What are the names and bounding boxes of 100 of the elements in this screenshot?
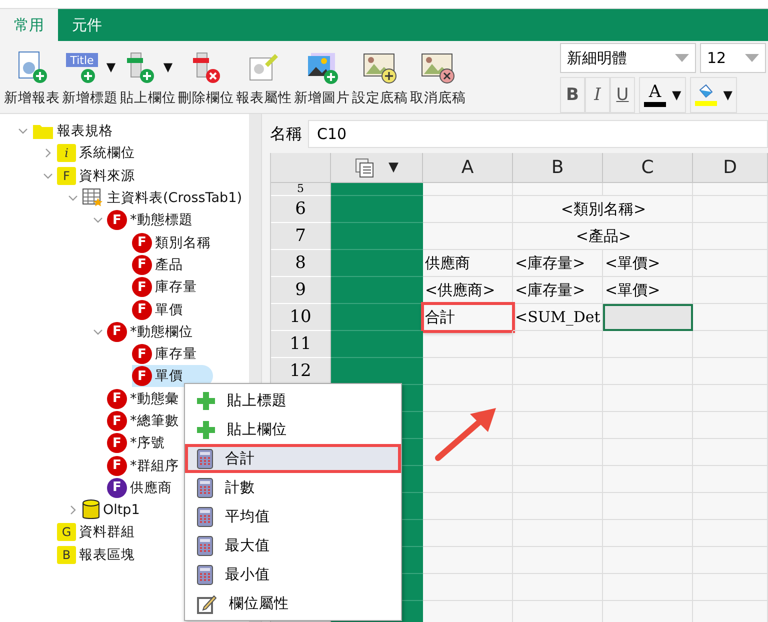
grid-cell[interactable] [603,493,693,520]
grid-cell[interactable] [423,466,513,493]
chevron-icon[interactable] [43,170,53,181]
grid-cell[interactable] [693,439,768,466]
grid-cell[interactable] [693,412,768,439]
menu-item[interactable]: 合計 [185,444,401,473]
toolbar-button[interactable]: 新增報表 [4,41,60,107]
grid-cell[interactable] [603,547,693,574]
tree-item[interactable]: F 資料來源 [57,164,137,187]
grid-cell[interactable] [423,196,513,223]
band-cell[interactable] [331,331,423,358]
grid-cell[interactable] [423,331,513,358]
grid-cell[interactable] [423,547,513,574]
band-cell[interactable] [331,358,423,385]
toolbar-button[interactable]: 刪除欄位 [178,41,234,107]
tab[interactable]: 元件 [58,9,116,41]
grid-cell[interactable] [693,277,768,304]
row-header[interactable]: 6 [271,196,331,223]
menu-item[interactable]: 貼上標題 [185,386,401,415]
row-header[interactable]: 9 [271,277,331,304]
grid-cell[interactable]: <供應商> [423,277,513,304]
menu-item[interactable]: 欄位屬性 [185,589,401,618]
toolbar-button[interactable]: 設定底稿 [352,41,408,107]
style-button[interactable]: U [610,77,635,113]
grid-cell[interactable] [693,304,768,331]
corner-cell[interactable] [271,153,331,183]
grid-cell[interactable] [693,466,768,493]
chevron-icon[interactable] [68,505,78,516]
grid-cell[interactable] [423,358,513,385]
row-header[interactable]: 7 [271,223,331,250]
toolbar-button[interactable]: 報表屬性 [236,41,292,107]
band-cell[interactable] [331,304,423,331]
name-field[interactable]: C10 [308,120,768,148]
column-header[interactable]: C [603,153,693,183]
grid-cell[interactable] [603,412,693,439]
grid-cell[interactable] [513,547,603,574]
grid-cell[interactable] [693,547,768,574]
row-header[interactable]: 5 [271,183,331,196]
grid-cell[interactable] [513,439,603,466]
grid-cell[interactable] [513,412,603,439]
toolbar-button[interactable]: ▼ 貼上欄位 [120,41,176,107]
grid-cell[interactable] [423,223,513,250]
band-cell[interactable] [331,250,423,277]
grid-cell[interactable]: 供應商 [423,250,513,277]
band-cell[interactable] [331,183,423,196]
row-header[interactable]: 10 [271,304,331,331]
chevron-icon[interactable] [18,126,28,136]
tree-item[interactable]: F *動態標題 [107,209,195,232]
band-cell[interactable] [331,277,423,304]
grid-cell[interactable]: <類別名稱> [513,196,693,223]
grid-cell[interactable] [513,574,603,601]
tree-item[interactable]: F 供應商 [107,476,174,499]
grid-cell[interactable] [513,466,603,493]
tree-item[interactable]: F *序號 [107,432,167,454]
grid-cell[interactable] [513,331,603,358]
toolbar-button[interactable]: 取消底稿 [410,41,466,107]
grid-cell[interactable]: <庫存量> [513,277,603,304]
style-button[interactable]: B [560,77,585,113]
tree-item[interactable]: F *群組序 [107,454,181,477]
size-select[interactable]: 12 [700,43,766,73]
grid-cell[interactable] [603,358,693,385]
tree-item[interactable]: B 報表區塊 [57,544,137,566]
grid-cell[interactable] [693,331,768,358]
column-header[interactable]: B [513,153,603,183]
grid-cell[interactable] [693,196,768,223]
chevron-icon[interactable] [43,148,53,158]
grid-cell[interactable] [693,493,768,520]
tree-item[interactable]: F 類別名稱 [132,232,213,254]
grid-cell[interactable] [603,385,693,412]
grid-cell[interactable] [693,183,768,196]
grid-cell[interactable] [423,439,513,466]
grid-cell[interactable] [423,574,513,601]
grid-cell[interactable] [693,250,768,277]
grid-cell[interactable] [513,183,603,196]
tree-item[interactable]: F 庫存量 [132,276,199,298]
tree-item[interactable]: F *動態彙 [107,388,181,410]
font-color-button[interactable]: A ▼ [639,77,686,113]
grid-cell[interactable] [513,520,603,547]
grid-cell[interactable] [423,183,513,196]
tree-item[interactable]: F 單價 [132,365,213,388]
grid-cell[interactable] [693,574,768,601]
toolbar-button[interactable]: 新增圖片 [294,41,350,107]
grid-cell[interactable] [603,466,693,493]
menu-item[interactable]: 計數 [185,473,401,502]
column-menu-button[interactable]: ▼ [331,153,423,183]
chevron-icon[interactable] [93,326,103,337]
chevron-icon[interactable] [93,215,103,226]
grid-cell[interactable]: <單價> [603,250,693,277]
menu-item[interactable]: 平均值 [185,502,401,531]
grid-cell[interactable] [693,223,768,250]
tree-item[interactable]: F 庫存量 [132,343,199,366]
grid-cell[interactable] [423,520,513,547]
tree-item[interactable]: i 系統欄位 [57,142,137,164]
dropdown-caret[interactable]: ▼ [106,60,116,74]
grid-cell[interactable] [603,574,693,601]
grid-cell[interactable] [513,358,603,385]
tree-item[interactable]: F *動態欄位 [107,320,195,343]
menu-item[interactable]: 貼上欄位 [185,415,401,444]
style-button[interactable]: I [585,77,610,113]
tree-item[interactable]: F *總筆數 [107,410,181,432]
